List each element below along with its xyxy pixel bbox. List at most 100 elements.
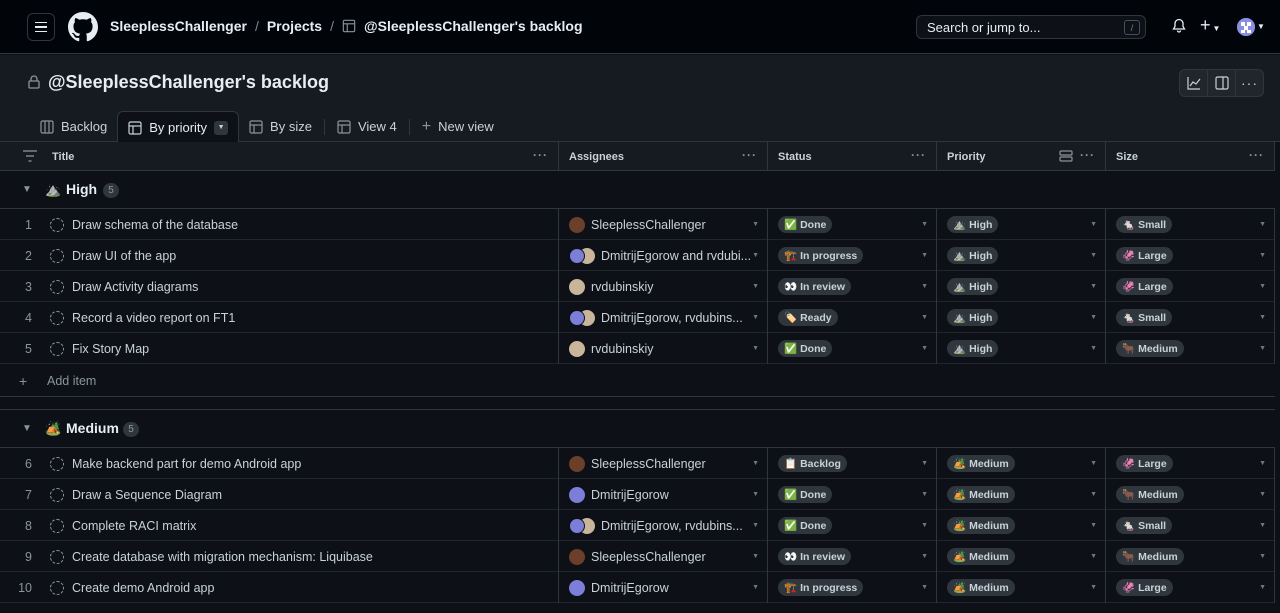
chevron-down-icon[interactable]: ▼ bbox=[1257, 22, 1265, 31]
breadcrumb-owner[interactable]: SleeplessChallenger bbox=[110, 18, 247, 34]
item-title[interactable]: Draw a Sequence Diagram bbox=[72, 488, 222, 502]
assignee-cell[interactable]: DmitrijEgorow ▼ bbox=[559, 572, 768, 603]
item-title[interactable]: Record a video report on FT1 bbox=[72, 311, 235, 325]
priority-cell[interactable]: ⛰️ High ▼ bbox=[937, 209, 1106, 240]
item-title[interactable]: Draw UI of the app bbox=[72, 249, 176, 263]
column-title[interactable]: Title ··· bbox=[42, 142, 559, 171]
column-size[interactable]: Size ··· bbox=[1106, 142, 1275, 171]
chevron-down-icon[interactable]: ▼ bbox=[921, 314, 928, 321]
assignee-cell[interactable]: DmitrijEgorow ▼ bbox=[559, 479, 768, 510]
status-cell[interactable]: ✅ Done ▼ bbox=[768, 510, 937, 541]
size-cell[interactable]: 🐁 Small ▼ bbox=[1106, 302, 1275, 333]
item-title[interactable]: Fix Story Map bbox=[72, 342, 149, 356]
column-menu-icon[interactable]: ··· bbox=[911, 148, 926, 162]
chevron-down-icon[interactable]: ▼ bbox=[1090, 252, 1097, 259]
chevron-down-icon[interactable]: ▼ bbox=[1090, 522, 1097, 529]
item-title[interactable]: Draw Activity diagrams bbox=[72, 280, 198, 294]
title-cell[interactable]: Draw UI of the app bbox=[40, 240, 559, 271]
assignee-cell[interactable]: rvdubinskiy ▼ bbox=[559, 333, 768, 364]
priority-cell[interactable]: ⛰️ High ▼ bbox=[937, 333, 1106, 364]
chevron-down-icon[interactable]: ▼ bbox=[1259, 345, 1266, 352]
chevron-down-icon[interactable]: ▼ bbox=[1259, 460, 1266, 467]
more-options-icon[interactable]: ··· bbox=[1236, 70, 1263, 96]
chevron-down-icon[interactable]: ▼ bbox=[752, 314, 759, 321]
status-cell[interactable]: ✅ Done ▼ bbox=[768, 209, 937, 240]
tab-by-size[interactable]: By size bbox=[239, 111, 322, 142]
create-new-button[interactable]: + ▼ bbox=[1200, 15, 1220, 36]
chevron-down-icon[interactable]: ▼ bbox=[1259, 553, 1266, 560]
item-title[interactable]: Draw schema of the database bbox=[72, 218, 238, 232]
priority-cell[interactable]: 🏕️ Medium ▼ bbox=[937, 572, 1106, 603]
priority-cell[interactable]: 🏕️ Medium ▼ bbox=[937, 510, 1106, 541]
tab-view-4[interactable]: View 4 bbox=[327, 111, 407, 142]
size-cell[interactable]: 🦑 Large ▼ bbox=[1106, 240, 1275, 271]
chevron-down-icon[interactable]: ▼ bbox=[752, 221, 759, 228]
status-cell[interactable]: 🏗️ In progress ▼ bbox=[768, 572, 937, 603]
group-by-icon[interactable] bbox=[1059, 150, 1073, 162]
size-cell[interactable]: 🦑 Large ▼ bbox=[1106, 271, 1275, 302]
chevron-down-icon[interactable]: ▼ bbox=[1259, 283, 1266, 290]
column-priority[interactable]: Priority ··· bbox=[937, 142, 1106, 171]
table-row[interactable]: 1 Draw schema of the database SleeplessC… bbox=[0, 209, 1280, 240]
chevron-down-icon[interactable]: ▼ bbox=[752, 553, 759, 560]
chevron-down-icon[interactable]: ▼ bbox=[214, 120, 229, 135]
item-title[interactable]: Create demo Android app bbox=[72, 581, 214, 595]
size-cell[interactable]: 🐂 Medium ▼ bbox=[1106, 541, 1275, 572]
chevron-down-icon[interactable]: ▼ bbox=[1090, 345, 1097, 352]
title-cell[interactable]: Make backend part for demo Android app bbox=[40, 448, 559, 479]
status-cell[interactable]: 🏗️ In progress ▼ bbox=[768, 240, 937, 271]
size-cell[interactable]: 🦑 Large ▼ bbox=[1106, 448, 1275, 479]
assignee-cell[interactable]: SleeplessChallenger ▼ bbox=[559, 209, 768, 240]
search-input[interactable]: Search or jump to... / bbox=[916, 15, 1146, 39]
assignee-cell[interactable]: SleeplessChallenger ▼ bbox=[559, 541, 768, 572]
chevron-down-icon[interactable]: ▼ bbox=[921, 460, 928, 467]
title-cell[interactable]: Draw a Sequence Diagram bbox=[40, 479, 559, 510]
new-view-button[interactable]: + New view bbox=[412, 111, 504, 142]
column-menu-icon[interactable]: ··· bbox=[742, 148, 757, 162]
size-cell[interactable]: 🐁 Small ▼ bbox=[1106, 510, 1275, 541]
table-row[interactable]: 7 Draw a Sequence Diagram DmitrijEgorow ▼… bbox=[0, 479, 1280, 510]
group-header-medium[interactable]: ▼ 🏕️ Medium 5 bbox=[0, 410, 1280, 448]
column-menu-icon[interactable]: ··· bbox=[533, 148, 548, 162]
assignee-cell[interactable]: SleeplessChallenger ▼ bbox=[559, 448, 768, 479]
title-cell[interactable]: Complete RACI matrix bbox=[40, 510, 559, 541]
table-row[interactable]: 6 Make backend part for demo Android app… bbox=[0, 448, 1280, 479]
chevron-down-icon[interactable]: ▼ bbox=[921, 221, 928, 228]
chevron-down-icon[interactable]: ▼ bbox=[752, 345, 759, 352]
item-title[interactable]: Make backend part for demo Android app bbox=[72, 457, 301, 471]
chevron-down-icon[interactable]: ▼ bbox=[752, 283, 759, 290]
status-cell[interactable]: ✅ Done ▼ bbox=[768, 333, 937, 364]
chevron-down-icon[interactable]: ▼ bbox=[752, 584, 759, 591]
chevron-down-icon[interactable]: ▼ bbox=[752, 460, 759, 467]
assignee-cell[interactable]: DmitrijEgorow, rvdubins... ▼ bbox=[559, 510, 768, 541]
tab-by-priority[interactable]: By priority ▼ bbox=[117, 111, 240, 143]
chevron-down-icon[interactable]: ▼ bbox=[752, 252, 759, 259]
chevron-down-icon[interactable]: ▼ bbox=[752, 522, 759, 529]
table-row[interactable]: 10 Create demo Android app DmitrijEgorow… bbox=[0, 572, 1280, 603]
title-cell[interactable]: Create database with migration mechanism… bbox=[40, 541, 559, 572]
priority-cell[interactable]: ⛰️ High ▼ bbox=[937, 302, 1106, 333]
chevron-down-icon[interactable]: ▼ bbox=[1259, 522, 1266, 529]
chevron-down-icon[interactable]: ▼ bbox=[752, 491, 759, 498]
chevron-down-icon[interactable]: ▼ bbox=[921, 252, 928, 259]
breadcrumb-projects[interactable]: Projects bbox=[267, 18, 322, 34]
column-status[interactable]: Status ··· bbox=[768, 142, 937, 171]
table-row[interactable]: 8 Complete RACI matrix DmitrijEgorow, rv… bbox=[0, 510, 1280, 541]
chevron-down-icon[interactable]: ▼ bbox=[22, 423, 32, 434]
side-panel-icon[interactable] bbox=[1208, 70, 1236, 96]
chevron-down-icon[interactable]: ▼ bbox=[921, 522, 928, 529]
title-cell[interactable]: Draw schema of the database bbox=[40, 209, 559, 240]
column-menu-icon[interactable]: ··· bbox=[1249, 148, 1264, 162]
status-cell[interactable]: ✅ Done ▼ bbox=[768, 479, 937, 510]
item-title[interactable]: Create database with migration mechanism… bbox=[72, 550, 373, 564]
github-logo-icon[interactable] bbox=[68, 12, 98, 42]
title-cell[interactable]: Fix Story Map bbox=[40, 333, 559, 364]
assignee-cell[interactable]: DmitrijEgorow, rvdubins... ▼ bbox=[559, 302, 768, 333]
status-cell[interactable]: 🏷️ Ready ▼ bbox=[768, 302, 937, 333]
insights-icon[interactable] bbox=[1180, 70, 1208, 96]
chevron-down-icon[interactable]: ▼ bbox=[921, 491, 928, 498]
chevron-down-icon[interactable]: ▼ bbox=[1090, 584, 1097, 591]
chevron-down-icon[interactable]: ▼ bbox=[1259, 584, 1266, 591]
priority-cell[interactable]: 🏕️ Medium ▼ bbox=[937, 448, 1106, 479]
assignee-cell[interactable]: DmitrijEgorow and rvdubi... ▼ bbox=[559, 240, 768, 271]
